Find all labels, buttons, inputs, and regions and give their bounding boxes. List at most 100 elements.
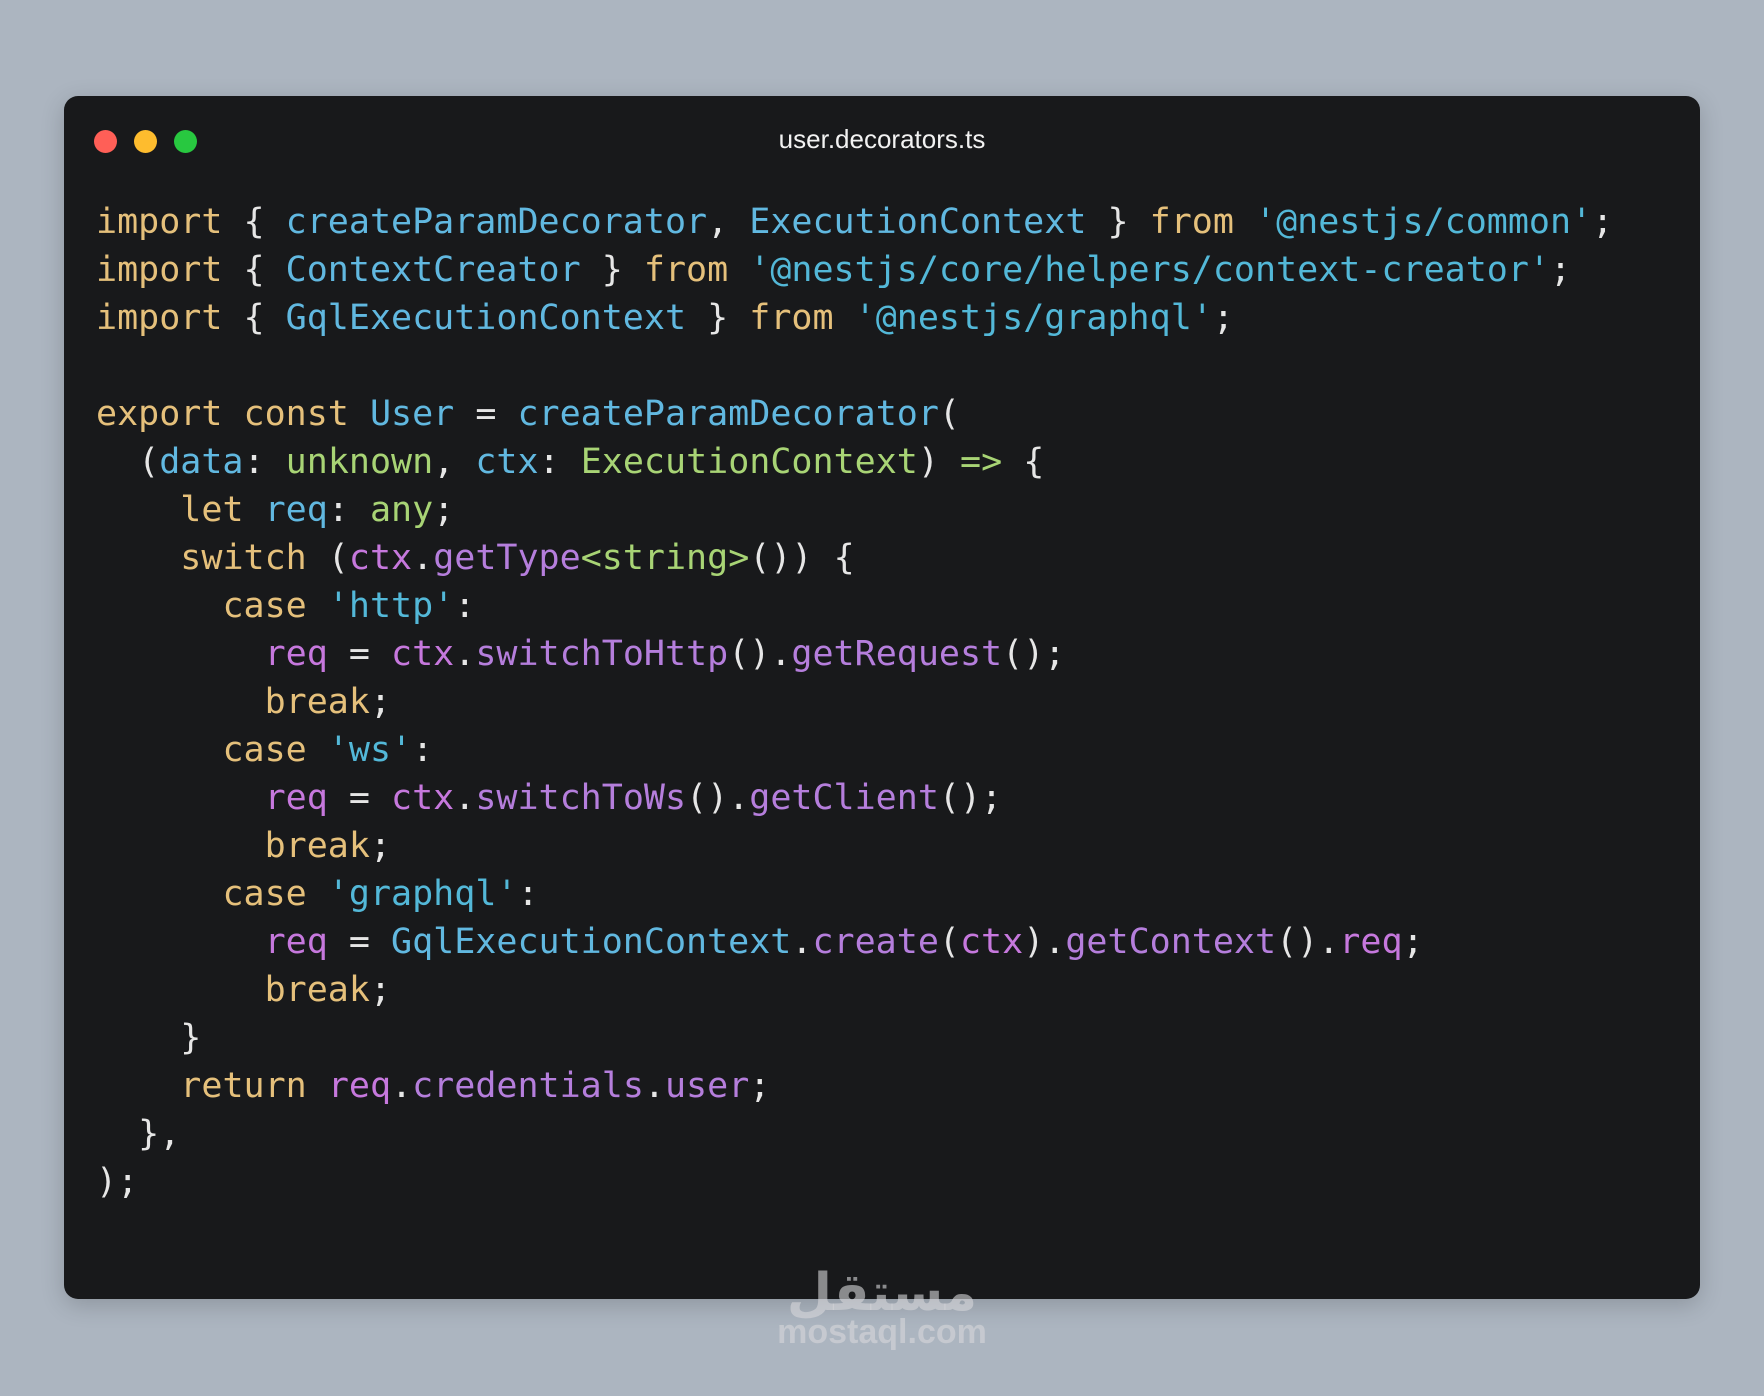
code-token: 'ws' [327,730,413,770]
code-token: ctx [348,538,413,578]
code-token: ; [1550,250,1572,290]
code-line: case 'http': [96,582,1613,630]
code-token: '@nestjs/common' [1255,202,1593,242]
code-token: { [1002,442,1045,482]
code-token: = [454,394,518,434]
code-token: <string> [580,538,750,578]
code-token: from [1149,202,1234,242]
code-token: getType [433,538,581,578]
code-block[interactable]: import { createParamDecorator, Execution… [96,198,1613,1206]
code-line: (data: unknown, ctx: ExecutionContext) =… [96,438,1613,486]
code-line: import { GqlExecutionContext } from '@ne… [96,294,1613,342]
code-line: import { createParamDecorator, Execution… [96,198,1613,246]
watermark-url: mostaql.com [777,1313,987,1351]
code-token: switchToHttp [475,634,729,674]
code-token: ; [369,682,392,722]
code-token: return [180,1066,307,1106]
code-token: (). [728,634,792,674]
code-token: = [327,778,392,818]
code-token: ) [917,442,961,482]
code-token: let [180,490,244,530]
code-token: ); [96,1162,139,1202]
code-token: (); [938,778,1003,818]
code-token: break [264,682,370,722]
code-line: case 'ws': [96,726,1613,774]
code-token: User [369,394,455,434]
code-token: getClient [749,778,939,818]
code-token: switchToWs [475,778,687,818]
code-line: break; [96,966,1613,1014]
code-token: req [264,922,328,962]
code-line: break; [96,678,1613,726]
code-token: : [454,586,476,626]
code-token: getRequest [791,634,1003,674]
code-token: ctx [391,778,455,818]
code-token: => [960,442,1003,482]
code-token: ContextCreator [285,250,581,290]
code-token: : [517,874,539,914]
code-token: } [96,1018,202,1058]
code-token: from [643,250,729,290]
code-token: req [264,634,328,674]
code-token: : [412,730,434,770]
code-token: ( [306,538,349,578]
code-token: = [327,634,392,674]
code-token: ; [1212,298,1234,338]
window-title: user.decorators.ts [778,124,986,154]
code-token: { [222,298,286,338]
code-token: ()) { [749,538,855,578]
code-token: . [643,1066,665,1106]
code-token: ctx [391,634,455,674]
code-token: ; [369,826,392,866]
code-token: } [1086,202,1150,242]
code-line: ); [96,1158,1613,1206]
code-token: ( [96,442,160,482]
code-token: : [243,442,286,482]
code-token: credentials [412,1066,644,1106]
code-token: case [222,586,307,626]
code-token: } [580,250,644,290]
code-line: req = GqlExecutionContext.create(ctx).ge… [96,918,1613,966]
code-line: }, [96,1110,1613,1158]
code-line: case 'graphql': [96,870,1613,918]
code-token: = [327,922,392,962]
code-token: break [264,970,370,1010]
code-token: ExecutionContext [749,202,1087,242]
code-line: req = ctx.switchToHttp().getRequest(); [96,630,1613,678]
code-line: switch (ctx.getType<string>()) { [96,534,1613,582]
code-token: ctx [475,442,539,482]
code-token: GqlExecutionContext [285,298,687,338]
code-token: ). [1023,922,1066,962]
code-token: , [707,202,750,242]
code-token: ( [938,922,960,962]
code-token: case [222,730,307,770]
code-token: . [454,634,476,674]
code-token: 'graphql' [327,874,518,914]
code-token: , [433,442,476,482]
code-token: create [812,922,939,962]
code-token: ; [369,970,392,1010]
code-token: user [664,1066,750,1106]
code-token: : [538,442,581,482]
code-token: GqlExecutionContext [391,922,792,962]
code-window: user.decorators.ts import { createParamD… [64,96,1700,1299]
code-line: import { ContextCreator } from '@nestjs/… [96,246,1613,294]
